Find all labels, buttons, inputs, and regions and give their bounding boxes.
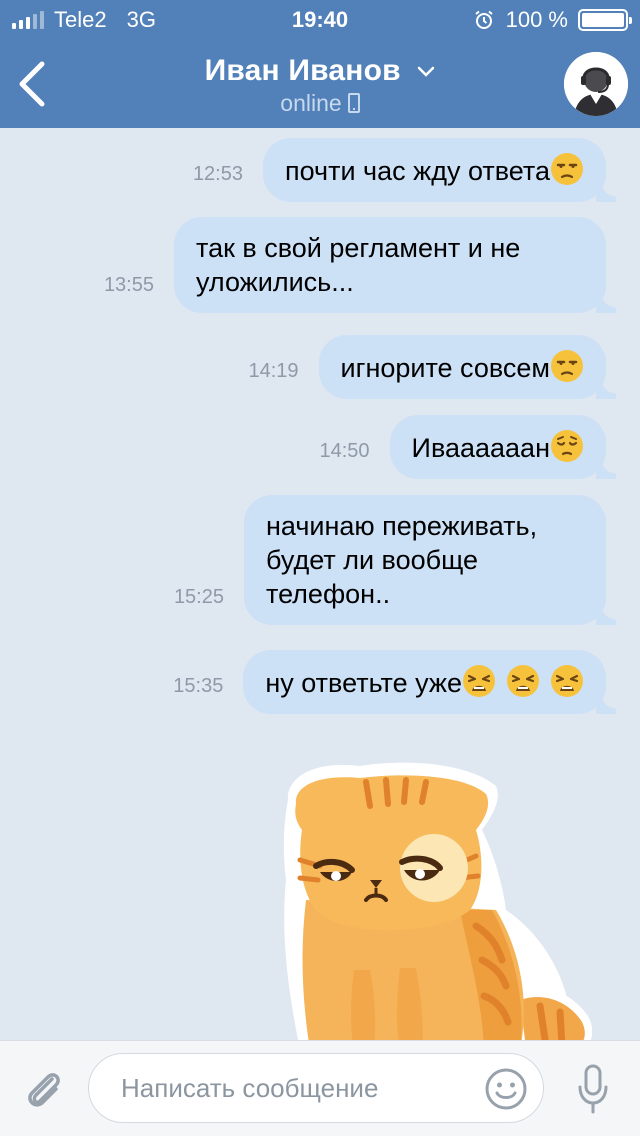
message-time: 15:25 (173, 586, 224, 608)
pensive-face-icon (551, 430, 583, 462)
message-row[interactable]: 14:19 игнорите совсем (248, 335, 617, 399)
contact-name-title[interactable]: Иван Иванов (0, 54, 640, 88)
unamused-face-icon (551, 350, 583, 382)
message-row[interactable]: 12:53 почти час жду ответа (192, 138, 616, 202)
unamused-face-icon (551, 153, 583, 185)
message-time: 14:19 (248, 360, 299, 382)
paperclip-icon[interactable] (22, 1067, 68, 1113)
mobile-phone-icon (347, 93, 360, 113)
contact-name: Иван Иванов (204, 54, 401, 87)
message-bubble[interactable]: почти час жду ответа (263, 138, 616, 202)
message-text: почти час жду ответа (285, 156, 550, 186)
sad-orange-cat-sticker[interactable] (270, 760, 610, 1050)
message-time: 13:55 (103, 274, 154, 296)
battery-percent: 100 % (505, 7, 568, 32)
status-bar: Tele2 3G 19:40 100 % (0, 0, 640, 40)
contact-avatar[interactable] (564, 52, 628, 116)
online-status-label: online (280, 90, 342, 116)
message-row[interactable]: 15:25 начинаю переживать, будет ли вообщ… (173, 495, 616, 625)
status-right: 100 % (474, 0, 632, 40)
message-input[interactable] (88, 1053, 544, 1123)
microphone-icon[interactable] (576, 1063, 610, 1115)
message-bubble[interactable]: начинаю переживать, будет ли вообще теле… (244, 495, 616, 625)
message-row[interactable]: 13:55 так в свой регламент и не уложилис… (103, 217, 616, 313)
message-input-bar (0, 1040, 640, 1136)
message-time: 12:53 (192, 163, 243, 185)
weary-face-icon (507, 665, 539, 697)
support-operator-avatar-icon (564, 52, 628, 116)
chevron-down-icon (418, 66, 435, 77)
emoji-smiley-icon[interactable] (484, 1067, 528, 1111)
alarm-clock-icon (474, 10, 493, 29)
message-bubble[interactable]: Иваааааан (389, 415, 617, 479)
battery-icon (578, 9, 632, 31)
message-time: 14:50 (319, 440, 370, 462)
message-bubble[interactable]: так в свой регламент и не уложились... (174, 217, 616, 313)
message-row[interactable]: 15:35 ну ответьте уже (173, 650, 616, 714)
message-text: так в свой регламент и не уложились... (196, 233, 521, 297)
message-text: начинаю переживать, будет ли вообще теле… (266, 511, 538, 609)
message-time: 15:35 (173, 675, 224, 697)
online-status: online (0, 90, 640, 117)
message-text: ну ответьте уже (265, 668, 462, 698)
message-row[interactable]: 14:50 Иваааааан (319, 415, 617, 479)
top-header: Tele2 3G 19:40 100 % Иван Иванов online (0, 0, 640, 128)
message-text: игнорите совсем (340, 353, 550, 383)
weary-face-icon (551, 665, 583, 697)
weary-face-icon (463, 665, 495, 697)
message-text: Иваааааан (411, 433, 550, 463)
message-bubble[interactable]: игнорите совсем (318, 335, 617, 399)
message-bubble[interactable]: ну ответьте уже (243, 650, 616, 714)
